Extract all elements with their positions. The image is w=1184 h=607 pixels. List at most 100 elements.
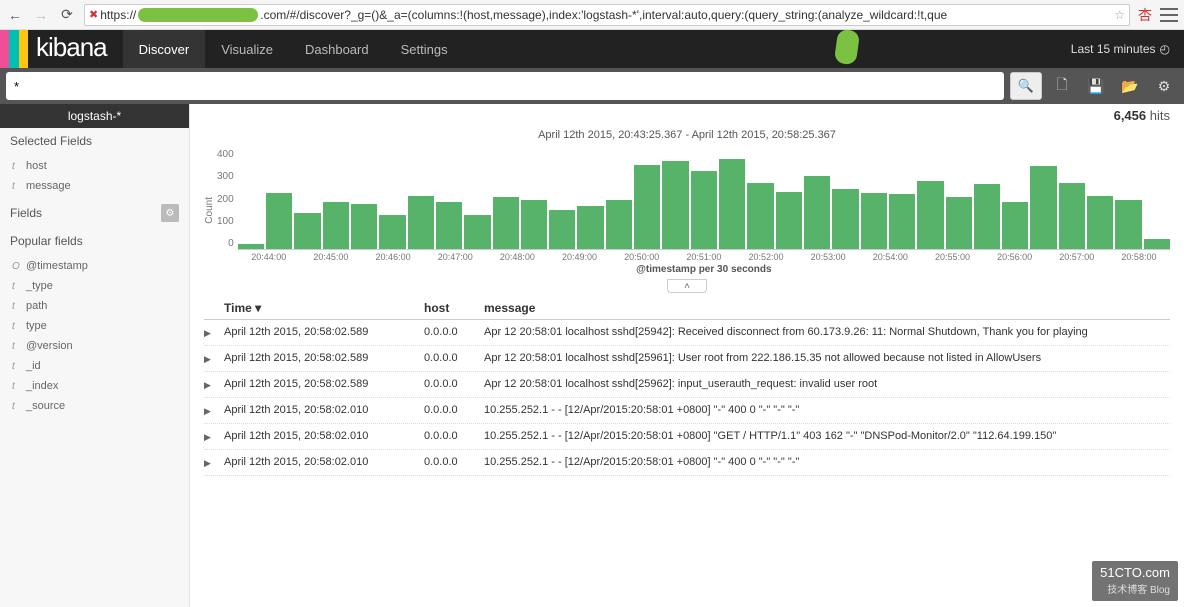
expand-row-icon[interactable]: ▶ [204,430,224,443]
bar[interactable] [408,196,434,249]
cell-host: 0.0.0.0 [424,326,484,338]
bar[interactable] [634,165,660,250]
bar[interactable] [776,192,802,249]
chart-bars[interactable] [238,145,1170,250]
fields-settings-icon[interactable]: ⚙ [161,204,179,222]
url-path: .com/#/discover?_g=()&_a=(columns:!(host… [260,8,947,22]
field-type-icon: t [12,321,20,332]
bar[interactable] [379,215,405,249]
col-host[interactable]: host [424,301,484,315]
hit-count: 6,456 hits [190,104,1184,127]
bar[interactable] [1002,202,1028,249]
bar[interactable] [917,181,943,249]
new-search-icon[interactable]: 🗋 [1048,72,1076,100]
bar[interactable] [1115,200,1141,249]
clock-icon: ◴ [1160,42,1170,56]
cell-time: April 12th 2015, 20:58:02.010 [224,404,424,416]
back-button[interactable]: ← [6,6,24,24]
search-button[interactable]: 🔍 [1010,72,1042,100]
bar[interactable] [606,200,632,249]
bar[interactable] [351,204,377,250]
bar[interactable] [747,183,773,249]
tab-visualize[interactable]: Visualize [205,30,289,68]
table-row: ▶April 12th 2015, 20:58:02.5890.0.0.0Apr… [204,346,1170,372]
open-search-icon[interactable]: 📂 [1116,72,1144,100]
bar[interactable] [238,244,264,249]
col-time[interactable]: Time ▾ [224,301,424,315]
bar[interactable] [832,189,858,249]
y-axis: 4003002001000 [217,149,238,249]
bar[interactable] [436,202,462,249]
bar[interactable] [804,176,830,249]
tab-discover[interactable]: Discover [123,30,206,68]
kibana-logo[interactable]: kibana [0,30,123,68]
collapse-histogram-handle[interactable]: ˄ [667,279,707,293]
bar[interactable] [861,193,887,249]
field-@timestamp[interactable]: O@timestamp [0,256,189,276]
cell-time: April 12th 2015, 20:58:02.589 [224,378,424,390]
bar[interactable] [294,213,320,249]
url-bar[interactable]: ✖ https:// .com/#/discover?_g=()&_a=(col… [84,4,1130,26]
bar[interactable] [464,215,490,249]
cell-host: 0.0.0.0 [424,430,484,442]
bar[interactable] [323,202,349,249]
cell-host: 0.0.0.0 [424,456,484,468]
bar[interactable] [662,161,688,249]
expand-row-icon[interactable]: ▶ [204,404,224,417]
bar[interactable] [549,210,575,249]
field-path[interactable]: tpath [0,296,189,316]
cell-message: 10.255.252.1 - - [12/Apr/2015:20:58:01 +… [484,430,1170,442]
search-field-wrap [6,72,1004,100]
cell-time: April 12th 2015, 20:58:02.010 [224,456,424,468]
bar[interactable] [1087,196,1113,249]
tab-dashboard[interactable]: Dashboard [289,30,385,68]
field-_index[interactable]: t_index [0,376,189,396]
forward-button[interactable]: → [32,6,50,24]
bar[interactable] [1144,239,1170,249]
field-host[interactable]: thost [0,156,189,176]
main-panel: 6,456 hits April 12th 2015, 20:43:25.367… [190,104,1184,607]
bar[interactable] [719,159,745,249]
insecure-icon: ✖ [89,8,98,21]
time-picker[interactable]: Last 15 minutes ◴ [1057,30,1184,68]
tab-settings[interactable]: Settings [385,30,464,68]
bar[interactable] [1030,166,1056,249]
field-message[interactable]: tmessage [0,176,189,196]
field-_id[interactable]: t_id [0,356,189,376]
document-table: Time ▾ host message ▶April 12th 2015, 20… [190,297,1184,607]
bar[interactable] [521,200,547,249]
field-_source[interactable]: t_source [0,396,189,416]
field-_type[interactable]: t_type [0,276,189,296]
bar[interactable] [691,171,717,249]
field-type[interactable]: ttype [0,316,189,336]
field-@version[interactable]: t@version [0,336,189,356]
bar[interactable] [889,194,915,249]
bar[interactable] [577,206,603,249]
chart-title: April 12th 2015, 20:43:25.367 - April 12… [204,129,1170,141]
bookmark-star-icon[interactable]: ☆ [1114,8,1125,22]
bar[interactable] [974,184,1000,249]
expand-row-icon[interactable]: ▶ [204,326,224,339]
reload-button[interactable]: ⟳ [58,6,76,24]
bar[interactable] [1059,183,1085,249]
cell-host: 0.0.0.0 [424,352,484,364]
logo-stripes [0,30,28,68]
y-axis-label: Count [204,197,215,224]
bar[interactable] [493,197,519,249]
expand-row-icon[interactable]: ▶ [204,456,224,469]
expand-row-icon[interactable]: ▶ [204,378,224,391]
menu-icon[interactable] [1160,8,1178,22]
save-search-icon[interactable]: 💾 [1082,72,1110,100]
browser-toolbar: ← → ⟳ ✖ https:// .com/#/discover?_g=()&_… [0,0,1184,30]
search-input[interactable] [14,79,996,94]
url-scheme: https:// [100,8,136,22]
bar[interactable] [946,197,972,249]
expand-row-icon[interactable]: ▶ [204,352,224,365]
index-pattern-selector[interactable]: logstash-* [0,104,189,128]
settings-gear-icon[interactable]: ⚙ [1150,72,1178,100]
col-message[interactable]: message [484,301,1170,315]
histogram: April 12th 2015, 20:43:25.367 - April 12… [190,127,1184,277]
bar[interactable] [266,193,292,249]
app-header: kibana DiscoverVisualizeDashboardSetting… [0,30,1184,68]
extension-icon[interactable]: 杏 [1138,5,1152,25]
